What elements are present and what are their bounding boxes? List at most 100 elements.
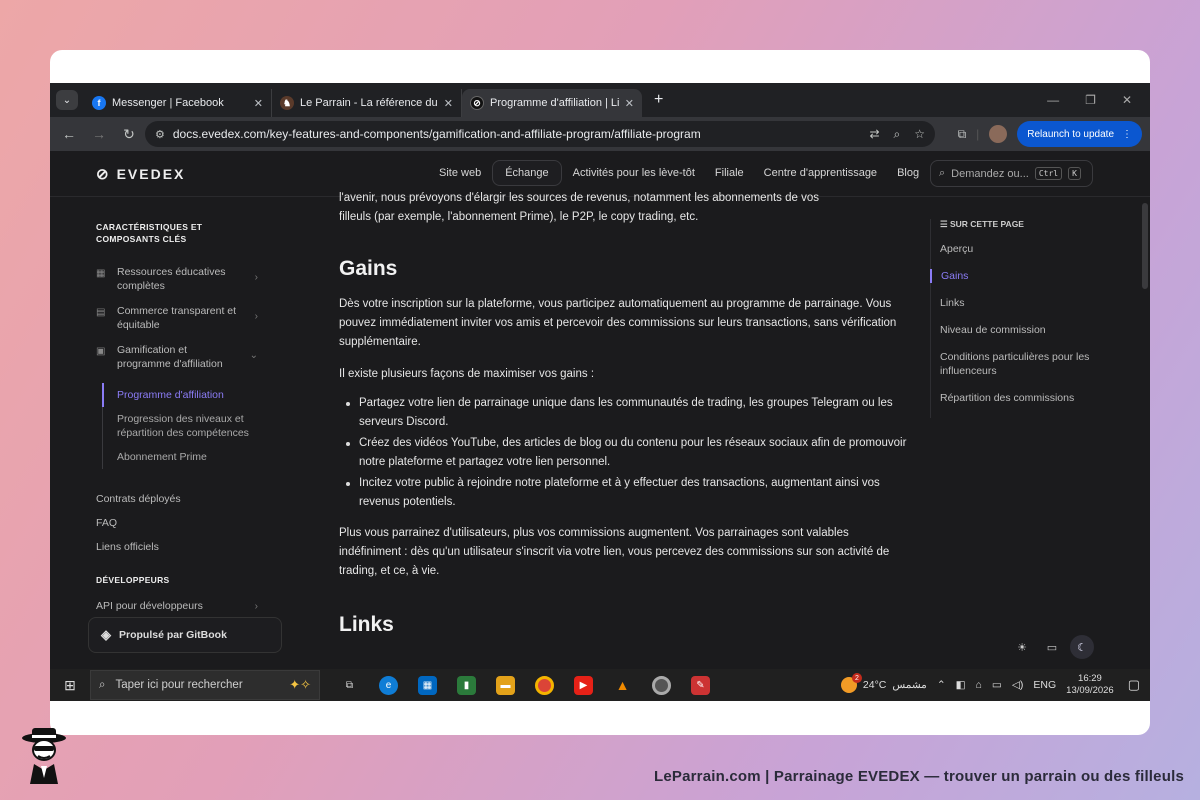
chrome-icon[interactable] (535, 675, 554, 695)
screenshot-card: ⌄ f Messenger | Facebook ✕ ♞ Le Parrain … (50, 50, 1150, 735)
extensions-icon[interactable]: ⧉ (958, 127, 967, 142)
youtube-icon[interactable]: ▶ (574, 675, 593, 695)
logo-text: EVEDEX (116, 166, 186, 182)
app-icon[interactable]: ▮ (457, 675, 476, 695)
tab-search-button[interactable]: ⌄ (56, 90, 78, 110)
back-icon[interactable]: ← (54, 126, 84, 142)
site-info-icon[interactable]: ⚙ (155, 128, 165, 141)
cards-icon: ▤ (96, 307, 106, 318)
sidebar-subitem-prime[interactable]: Abonnement Prime (103, 445, 284, 469)
weather-widget[interactable]: 2 24°C مشمس (840, 673, 927, 693)
sidebar-item-gamification[interactable]: ▣ Gamification et programme d'affiliatio… (96, 343, 276, 371)
notifications-icon[interactable]: ▢ (1128, 677, 1140, 693)
evedex-logo[interactable]: ⊘ EVEDEX (96, 165, 185, 183)
ask-search-input[interactable]: ⌕ Demandez ou... Ctrl K (930, 160, 1093, 187)
close-icon[interactable]: ✕ (254, 97, 263, 110)
sidebar-link-contrats[interactable]: Contrats déployés (96, 493, 284, 505)
toc-item-apercu[interactable]: Aperçu (930, 242, 1090, 256)
nav-site-web[interactable]: Site web (430, 161, 490, 185)
sidebar-subitem-progression[interactable]: Progression des niveaux et répartition d… (103, 407, 263, 445)
reload-icon[interactable]: ↻ (114, 126, 144, 143)
leparrain-mascot-logo (22, 728, 66, 784)
copilot-sparkle-icon: ✦✧ (289, 677, 311, 692)
tab-messenger[interactable]: f Messenger | Facebook ✕ (84, 89, 272, 117)
monitor-icon[interactable]: ▭ (1040, 635, 1064, 659)
building-icon: ▦ (96, 268, 106, 279)
file-explorer-icon[interactable]: ▬ (496, 675, 515, 695)
store-icon[interactable]: ▦ (418, 675, 437, 695)
evedex-logo-icon: ⊘ (96, 166, 111, 183)
chrome-profile-icon[interactable] (652, 675, 671, 695)
nav-echange[interactable]: Échange (492, 160, 562, 186)
app-icon[interactable]: ✎ (691, 675, 710, 695)
sidebar-subitems: Programme d'affiliation Progression des … (102, 383, 284, 469)
heading-gains: Gains (339, 257, 398, 280)
nav-filiale[interactable]: Filiale (706, 161, 753, 185)
edge-icon[interactable]: e (379, 675, 398, 695)
zoom-icon[interactable]: ⌕ (894, 127, 901, 142)
windows-start-icon[interactable]: ⊞ (50, 677, 90, 694)
toc-heading: ☰ SUR CETTE PAGE (930, 219, 1090, 230)
toc-item-gains[interactable]: Gains (930, 269, 1090, 283)
forward-icon[interactable]: → (84, 126, 114, 142)
weather-sun-icon: 2 (840, 673, 862, 693)
notification-badge: 2 (851, 673, 862, 683)
docs-page: ⊘ EVEDEX Site web Échange Activités pour… (50, 151, 1150, 669)
sidebar-link-faq[interactable]: FAQ (96, 517, 284, 529)
profile-avatar[interactable] (989, 125, 1008, 143)
nav-activites[interactable]: Activités pour les lève-tôt (564, 161, 704, 185)
toc-item-niveau[interactable]: Niveau de commission (930, 323, 1090, 337)
vlc-icon[interactable]: ▲ (613, 676, 632, 695)
sidebar-link-liens[interactable]: Liens officiels (96, 541, 284, 553)
scrollbar[interactable] (1142, 203, 1148, 289)
sidebar-item-label: Gamification et programme d'affiliation (117, 344, 223, 370)
clock[interactable]: 16:29 13/09/2026 (1066, 673, 1114, 697)
language-indicator[interactable]: ENG (1033, 679, 1056, 691)
taskbar-search-input[interactable]: ⌕ Taper ici pour rechercher ✦✧ (90, 670, 320, 700)
paragraph-fragment: filleuls (par exemple, l'abonnement Prim… (339, 211, 699, 223)
new-tab-button[interactable]: + (654, 91, 663, 109)
relaunch-button[interactable]: Relaunch to update ⋮ (1017, 121, 1142, 147)
tab-leparrain[interactable]: ♞ Le Parrain - La référence du parrainag… (272, 89, 462, 117)
search-icon: ⌕ (939, 167, 946, 179)
sidebar-subitem-affiliation[interactable]: Programme d'affiliation (102, 383, 284, 407)
taskbar-search-placeholder: Taper ici pour rechercher (115, 679, 243, 691)
search-icon: ⌕ (99, 678, 106, 691)
url-text: docs.evedex.com/key-features-and-compone… (172, 127, 701, 141)
url-field[interactable]: ⚙ docs.evedex.com/key-features-and-compo… (145, 121, 935, 147)
sidebar-item-ressources[interactable]: ▦ Ressources éducatives complètes › (96, 265, 276, 293)
sidebar-item-commerce[interactable]: ▤ Commerce transparent et équitable › (96, 304, 276, 332)
network-icon[interactable]: ⌂ (976, 679, 982, 691)
system-tray: 2 24°C مشمس ⌃ ◧ ⌂ ▭ ◁) ENG 16:29 13/09/2… (840, 669, 1140, 701)
sun-icon[interactable]: ☀ (1010, 635, 1034, 659)
nav-blog[interactable]: Blog (888, 161, 928, 185)
theme-switcher: ☀ ▭ ☾ (1010, 635, 1094, 659)
site-nav: Site web Échange Activités pour les lève… (430, 160, 928, 186)
bookmark-star-icon[interactable]: ☆ (914, 127, 925, 142)
toc-item-conditions[interactable]: Conditions particulières pour les influe… (930, 350, 1090, 378)
close-icon[interactable]: ✕ (625, 97, 634, 110)
clock-date: 13/09/2026 (1066, 685, 1114, 696)
gitbook-badge[interactable]: ◈ Propulsé par GitBook (88, 617, 282, 653)
sidebar-item-label: Commerce transparent et équitable (117, 305, 237, 331)
sidebar-item-api[interactable]: API pour développeurs › (96, 599, 276, 613)
close-icon[interactable]: ✕ (444, 97, 453, 110)
translate-icon[interactable]: ⇄ (869, 127, 879, 142)
tab-affiliation[interactable]: ⊘ Programme d'affiliation | Livre blanc … (462, 89, 642, 117)
tray-app-icon[interactable]: ◧ (956, 679, 966, 691)
close-window-icon[interactable]: ✕ (1122, 93, 1132, 107)
nav-centre-apprentissage[interactable]: Centre d'apprentissage (755, 161, 886, 185)
volume-icon[interactable]: ◁) (1012, 679, 1024, 691)
kebab-menu-icon[interactable]: ⋮ (1122, 129, 1132, 140)
minimize-icon[interactable]: — (1047, 93, 1059, 107)
battery-icon[interactable]: ▭ (992, 679, 1002, 691)
toc-item-links[interactable]: Links (930, 296, 1090, 310)
clock-time: 16:29 (1078, 673, 1102, 684)
restore-icon[interactable]: ❐ (1085, 93, 1096, 107)
toc-item-repartition[interactable]: Répartition des commissions (930, 391, 1090, 405)
moon-icon[interactable]: ☾ (1070, 635, 1094, 659)
tab-title: Messenger | Facebook (112, 97, 224, 109)
chevron-up-icon[interactable]: ⌃ (937, 679, 946, 691)
task-view-icon[interactable]: ⧉ (340, 676, 359, 695)
paragraph: Plus vous parrainez d'utilisateurs, plus… (339, 527, 890, 577)
